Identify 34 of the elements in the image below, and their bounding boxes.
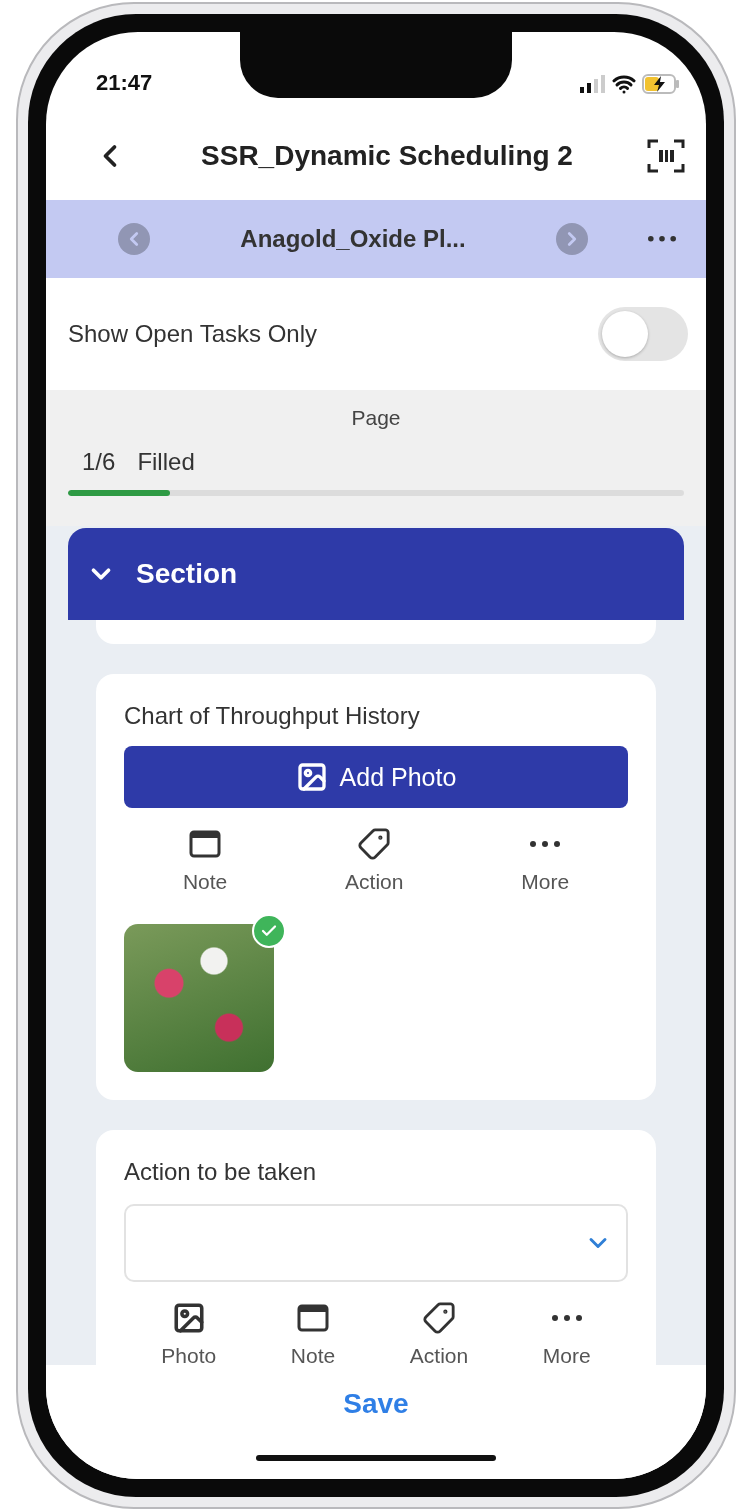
progress-heading: Page xyxy=(351,406,401,430)
more-icon xyxy=(648,236,676,242)
more-icon xyxy=(530,841,561,847)
page-title: SSR_Dynamic Scheduling 2 xyxy=(201,140,573,172)
photo-placeholder[interactable] xyxy=(124,924,274,1072)
more-button[interactable] xyxy=(648,236,676,242)
attachment-action[interactable]: Action xyxy=(345,826,404,894)
attachment-action[interactable]: Photo xyxy=(161,1300,217,1365)
attachment-action[interactable]: Note xyxy=(182,826,228,894)
attachment-action[interactable]: More xyxy=(542,1300,591,1365)
attachment-action[interactable]: Action xyxy=(409,1300,469,1365)
progress-count: 1/6 xyxy=(82,448,116,476)
tag-icon xyxy=(357,827,392,861)
window-icon xyxy=(189,830,222,858)
section-header[interactable]: Section xyxy=(68,528,684,620)
filter-label: Show Open Tasks Only xyxy=(68,320,317,348)
image-icon xyxy=(295,761,328,793)
save-button[interactable]: Save xyxy=(337,1387,415,1421)
attachment-action[interactable]: More xyxy=(521,826,570,894)
tag-icon xyxy=(422,1301,456,1335)
toggle-switch[interactable] xyxy=(598,307,688,361)
window-icon xyxy=(297,1304,329,1332)
record-title: Anagold_Oxide Pl... xyxy=(239,225,467,253)
question-title: Action to be taken xyxy=(124,1158,318,1186)
signal-icon xyxy=(580,75,606,93)
add-photo-button[interactable]: Add Photo xyxy=(124,746,628,808)
attachment-action[interactable]: Note xyxy=(290,1300,336,1365)
question-title: Chart of Throughput History xyxy=(124,702,421,730)
dropdown-field[interactable] xyxy=(124,1204,628,1282)
battery-icon xyxy=(642,74,680,94)
image-icon xyxy=(171,1301,206,1335)
status-time: 21:47 xyxy=(96,70,153,96)
progress-label: Filled xyxy=(137,448,195,476)
more-icon xyxy=(551,1315,582,1321)
